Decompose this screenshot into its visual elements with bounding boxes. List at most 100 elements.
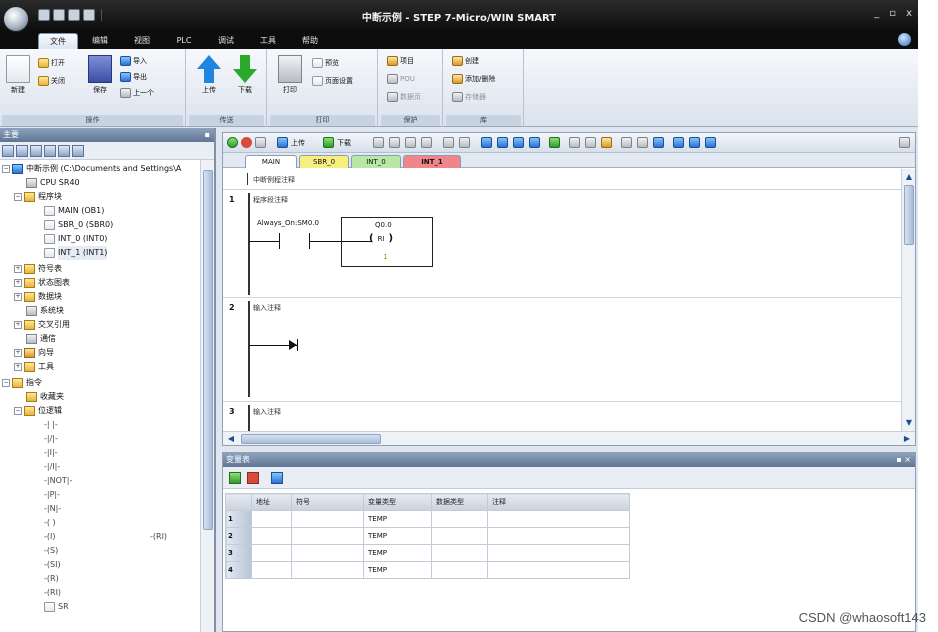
tree-item-instruction[interactable]: -|P|- — [44, 488, 60, 502]
download-button[interactable]: 下载 — [229, 55, 261, 95]
delete-icon[interactable] — [389, 137, 400, 148]
contact-icon[interactable] — [569, 137, 580, 148]
comment-cell[interactable] — [487, 544, 630, 562]
tree-tool-icon[interactable] — [44, 145, 56, 157]
data-type-cell[interactable] — [431, 544, 488, 562]
create-library-button[interactable]: 创建 — [452, 55, 479, 67]
close-button[interactable]: x — [906, 8, 912, 19]
program-comment[interactable]: 中断例程注释 — [253, 175, 295, 185]
tab-edit[interactable]: 编辑 — [82, 33, 118, 49]
stop-icon[interactable] — [241, 137, 252, 148]
table-row[interactable]: 1 TEMP — [225, 510, 630, 528]
box-icon[interactable] — [601, 137, 612, 148]
minimize-button[interactable]: _ — [874, 8, 879, 19]
tree-item-pou[interactable]: SBR_0 (SBR0) — [44, 218, 113, 232]
expand-icon[interactable]: + — [14, 293, 22, 301]
network-comment[interactable]: 输入注释 — [253, 407, 281, 417]
tree-item-program-block[interactable]: − 程序块 — [14, 190, 62, 204]
collapse-icon[interactable]: − — [2, 379, 10, 387]
var-type-cell[interactable]: TEMP — [363, 510, 432, 528]
data-page-button[interactable]: 数据页 — [387, 91, 421, 103]
tree-item-instruction[interactable]: -|/I|- — [44, 460, 60, 474]
expand-icon[interactable]: + — [14, 321, 22, 329]
add-remove-button[interactable]: 添加/删除 — [452, 73, 495, 85]
tree-item-system-block[interactable]: 系统块 — [26, 304, 64, 318]
row-number[interactable]: 2 — [225, 527, 252, 545]
download-icon[interactable] — [323, 137, 334, 148]
open-button[interactable]: 打开 — [38, 57, 65, 69]
tree-tool-icon[interactable] — [30, 145, 42, 157]
tree-item-favorites[interactable]: 收藏夹 — [26, 390, 64, 404]
symbol-cell[interactable] — [291, 544, 364, 562]
network-comment[interactable]: 程序段注释 — [253, 195, 288, 205]
memory-button[interactable]: 存储器 — [452, 91, 486, 103]
address-cell[interactable] — [251, 510, 292, 528]
tree-tool-icon[interactable] — [58, 145, 70, 157]
tree-item-folder[interactable]: + 数据块 — [14, 290, 62, 304]
tab-sbr0[interactable]: SBR_0 — [299, 155, 349, 168]
tab-view[interactable]: 视图 — [124, 33, 160, 49]
comment-icon[interactable] — [513, 137, 524, 148]
tree-item-instruction[interactable]: -|NOT|- — [44, 474, 72, 488]
tab-plc[interactable]: PLC — [166, 33, 202, 49]
refresh-icon[interactable] — [271, 472, 283, 484]
tab-help[interactable]: 帮助 — [292, 33, 328, 49]
data-type-cell[interactable] — [431, 527, 488, 545]
network-icon[interactable] — [529, 137, 540, 148]
add-network-icon[interactable] — [549, 137, 560, 148]
row-number[interactable]: 4 — [225, 561, 252, 579]
tree-item-instruction[interactable]: SR — [44, 600, 69, 614]
upload-button[interactable]: 上传 — [193, 55, 225, 95]
table-row[interactable]: 3 TEMP — [225, 544, 630, 562]
comment-cell[interactable] — [487, 510, 630, 528]
collapse-icon[interactable]: − — [14, 193, 22, 201]
insert-row-icon[interactable] — [229, 472, 241, 484]
tree-item-instructions[interactable]: − 指令 — [2, 376, 42, 390]
tree-item-folder[interactable]: + 工具 — [14, 360, 54, 374]
bookmark-icon[interactable] — [443, 137, 454, 148]
page-setup-button[interactable]: 页面设置 — [312, 75, 353, 87]
view-icon[interactable] — [481, 137, 492, 148]
scroll-up-icon[interactable]: ▲ — [903, 171, 915, 183]
scroll-thumb[interactable] — [203, 170, 213, 530]
column-header[interactable]: 数据类型 — [431, 493, 488, 511]
var-type-cell[interactable]: TEMP — [363, 527, 432, 545]
tree-item-instruction[interactable]: -(R) — [44, 572, 59, 586]
tree-item-folder[interactable]: + 符号表 — [14, 262, 62, 276]
expand-icon[interactable]: + — [14, 363, 22, 371]
collapse-icon[interactable]: − — [14, 407, 22, 415]
address-cell[interactable] — [251, 544, 292, 562]
toolbar-overflow-icon[interactable] — [899, 137, 910, 148]
scroll-left-icon[interactable]: ◀ — [225, 433, 237, 445]
symbol-icon[interactable] — [497, 137, 508, 148]
tree-item-instruction[interactable]: -| |- — [44, 418, 58, 432]
symbol-cell[interactable] — [291, 510, 364, 528]
tree-item-instruction[interactable]: -|/|- — [44, 432, 58, 446]
comment-cell[interactable] — [487, 561, 630, 579]
network-comment[interactable]: 输入注释 — [253, 303, 281, 313]
address-cell[interactable] — [251, 527, 292, 545]
reset-immediate-coil[interactable]: (RI) — [369, 233, 393, 244]
app-menu-button[interactable] — [3, 6, 29, 32]
var-type-cell[interactable]: TEMP — [363, 561, 432, 579]
tree-item-cpu[interactable]: CPU SR40 — [26, 176, 80, 190]
tree-item-instruction[interactable]: -|N|- — [44, 502, 61, 516]
var-type-cell[interactable]: TEMP — [363, 544, 432, 562]
coil-icon[interactable] — [585, 137, 596, 148]
table-row[interactable]: 2 TEMP — [225, 527, 630, 545]
tree-tool-icon[interactable] — [72, 145, 84, 157]
tab-main[interactable]: MAIN — [245, 155, 297, 168]
save-button[interactable]: 保存 — [84, 55, 116, 95]
expand-icon[interactable]: + — [14, 349, 22, 357]
connect-icon[interactable] — [705, 137, 716, 148]
tree-item-project[interactable]: − 中断示例 (C:\Documents and Settings\A — [2, 162, 181, 176]
monitor-icon[interactable] — [405, 137, 416, 148]
tree-item-instruction[interactable]: -(S) — [44, 544, 58, 558]
new-button[interactable]: 新建 — [2, 55, 34, 95]
connect-icon[interactable] — [673, 137, 684, 148]
row-number[interactable]: 3 — [225, 544, 252, 562]
branch-icon[interactable] — [637, 137, 648, 148]
data-type-cell[interactable] — [431, 510, 488, 528]
editor-horizontal-scrollbar[interactable]: ◀ ▶ — [223, 431, 915, 445]
tree-item-folder[interactable]: + 向导 — [14, 346, 54, 360]
